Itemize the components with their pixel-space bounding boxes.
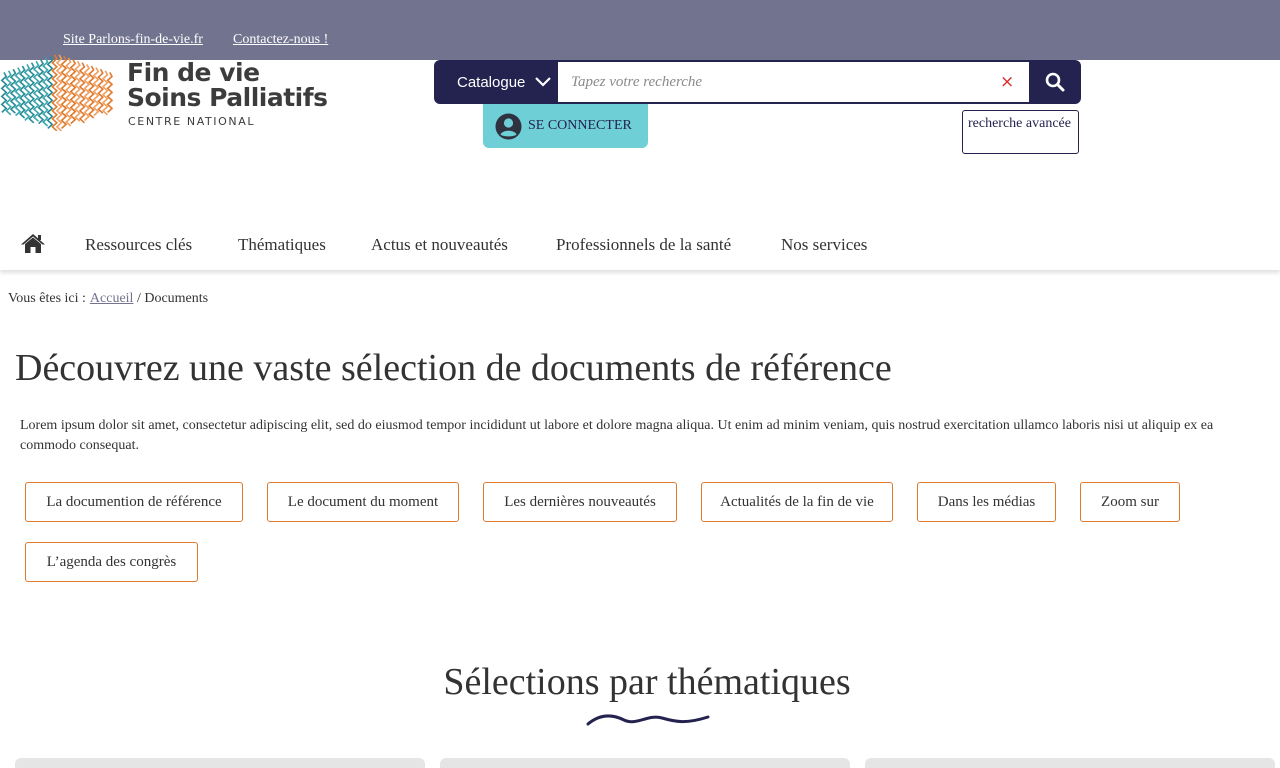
nav-ressources-cles[interactable]: Ressources clés [85, 235, 192, 255]
chip-agenda-congres[interactable]: L’agenda des congrès [25, 542, 198, 582]
thematic-card[interactable] [440, 758, 850, 768]
user-icon [495, 113, 522, 139]
nav-professionnels[interactable]: Professionnels de la santé [556, 235, 731, 255]
logo-wave-line [32, 60, 40, 122]
nav-thematiques[interactable]: Thématiques [238, 235, 326, 255]
logo-wave-line [83, 64, 91, 121]
logo-wave-line [88, 65, 95, 119]
search-icon [1045, 72, 1065, 92]
breadcrumb-prefix: Vous êtes ici : [8, 291, 86, 306]
breadcrumb-home-link[interactable]: Accueil [90, 291, 134, 306]
home-icon [21, 234, 45, 253]
page-title: Découvrez une vaste sélection de documen… [15, 347, 892, 389]
home-link[interactable] [20, 232, 46, 259]
login-button[interactable]: SE CONNECTER [483, 104, 648, 148]
logo-wave-line [23, 64, 31, 121]
thematic-card[interactable] [865, 758, 1275, 768]
chip-dernieres-nouveautes[interactable]: Les dernières nouveautés [483, 482, 677, 522]
advanced-search-button[interactable]: recherche avancée [962, 110, 1079, 154]
logo-wave-line [60, 56, 68, 129]
site-logo[interactable]: Fin de vie Soins Palliatifs CENTRE NATIO… [0, 48, 340, 133]
breadcrumb: Vous êtes ici : Accueil / Documents [8, 291, 208, 307]
breadcrumb-separator: / [136, 291, 141, 306]
logo-wave-line [92, 67, 100, 117]
parlons-fin-de-vie-link[interactable]: Site Parlons-fin-de-vie.fr [63, 32, 203, 48]
chevron-down-icon [535, 77, 552, 87]
chip-document-du-moment[interactable]: Le document du moment [267, 482, 459, 522]
selections-title: Sélections par thématiques [443, 661, 851, 703]
chip-zoom-sur[interactable]: Zoom sur [1080, 482, 1180, 522]
clear-search-icon[interactable]: × [1000, 72, 1014, 92]
catalogue-dropdown[interactable]: Catalogue [434, 60, 558, 104]
logo-wave-line [19, 65, 26, 119]
logo-subtitle: CENTRE NATIONAL [128, 115, 256, 128]
nav-actus[interactable]: Actus et nouveautés [371, 235, 508, 255]
login-label: SE CONNECTER [528, 118, 632, 133]
logo-waves-icon [0, 54, 114, 132]
chip-documentation-reference[interactable]: La documention de référence [25, 482, 243, 522]
nav-services[interactable]: Nos services [781, 235, 867, 255]
logo-title-line2: Soins Palliatifs [127, 83, 328, 112]
intro-text: Lorem ipsum dolor sit amet, consectetur … [20, 418, 1214, 453]
search-bar: Catalogue × [434, 60, 1081, 104]
logo-wave-line [101, 70, 109, 116]
squiggle-divider-icon [586, 714, 710, 726]
contact-link[interactable]: Contactez-nous ! [233, 32, 328, 48]
logo-wave-line [74, 60, 81, 122]
search-input[interactable] [558, 62, 1029, 102]
search-button[interactable] [1029, 60, 1081, 104]
logo-wave-line [78, 62, 86, 124]
catalogue-label: Catalogue [457, 73, 526, 91]
chip-dans-les-medias[interactable]: Dans les médias [917, 482, 1056, 522]
logo-wave-line [46, 56, 54, 129]
chip-actualites-fin-de-vie[interactable]: Actualités de la fin de vie [701, 482, 893, 522]
logo-wave-line [106, 72, 114, 113]
main-nav: Ressources clés Thématiques Actus et nou… [0, 222, 1280, 270]
logo-wave-line [0, 72, 8, 113]
breadcrumb-current: Documents [144, 291, 209, 306]
logo-wave-line [28, 62, 35, 124]
logo-wave-line [97, 68, 104, 114]
logo-wave-line [51, 54, 58, 132]
logo-wave-line [55, 54, 63, 132]
logo-wave-line [42, 57, 49, 127]
thematic-card[interactable] [15, 758, 425, 768]
logo-wave-line [14, 67, 22, 117]
